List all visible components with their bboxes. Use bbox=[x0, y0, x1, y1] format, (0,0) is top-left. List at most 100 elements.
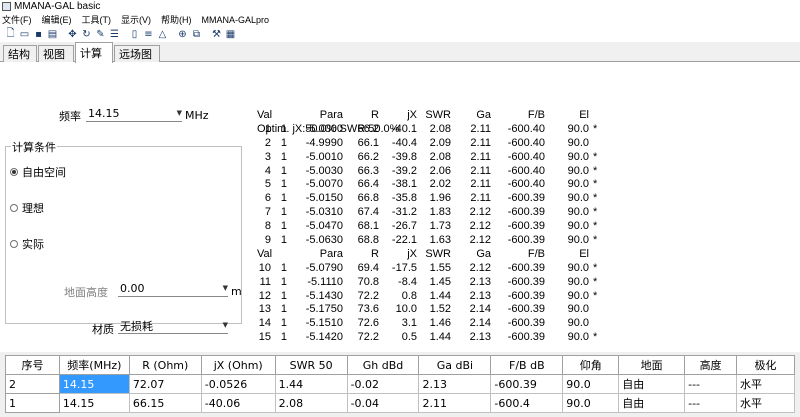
optim-cell: * bbox=[593, 122, 598, 135]
optim-row: 10 1 -5.0790 69.4 -17.5 1.55 2.12 -600.39 90.0 * bbox=[257, 262, 601, 276]
menu-item-1[interactable]: 编辑(E) bbox=[42, 13, 72, 26]
grid-column-header[interactable]: 仰角 bbox=[562, 355, 620, 375]
optim-cell: -600.39 bbox=[507, 317, 545, 330]
optim-cell: -5.0470 bbox=[305, 220, 343, 233]
grid-column-header[interactable]: 地面 bbox=[618, 355, 686, 375]
optim-cell: 0.8 bbox=[401, 289, 417, 302]
grid-cell[interactable]: 66.15 bbox=[128, 393, 202, 413]
optim-cell: 66.1 bbox=[357, 136, 379, 149]
grid-cell[interactable]: -0.02 bbox=[346, 374, 420, 394]
optim-cell: * bbox=[593, 164, 598, 177]
optim-cell: * bbox=[593, 331, 598, 344]
optim-row: 2 1 -4.9990 66.1 -40.4 2.09 2.11 -600.40 90.0 bbox=[257, 137, 601, 151]
optim-cell: 14 bbox=[258, 317, 271, 330]
grid-cell[interactable]: 2.08 bbox=[274, 393, 348, 413]
grid-cell[interactable]: 自由 bbox=[618, 393, 686, 413]
radio-unselected-icon bbox=[10, 204, 18, 212]
optim-cell: -31.2 bbox=[391, 206, 417, 219]
grid-column-header[interactable]: R (Ohm) bbox=[128, 355, 202, 375]
grid-cell[interactable]: --- bbox=[684, 374, 738, 394]
optim-cell: 11 bbox=[259, 275, 271, 288]
grid-cell[interactable]: 90.0 bbox=[562, 374, 620, 394]
tab-calculate[interactable]: 计算 bbox=[75, 42, 113, 63]
grid-cell[interactable]: -0.04 bbox=[346, 393, 420, 413]
menu-item-5[interactable]: MMANA-GALpro bbox=[202, 15, 270, 25]
menu-item-4[interactable]: 帮助(H) bbox=[161, 13, 192, 26]
grid-cell[interactable]: 水平 bbox=[736, 374, 795, 394]
grid-cell[interactable]: -600.39 bbox=[490, 374, 564, 394]
grid-column-header[interactable]: Gh dBd bbox=[346, 355, 420, 375]
list-icon[interactable]: ≡ bbox=[142, 28, 155, 41]
grid-column-header[interactable]: 频率(MHz) bbox=[58, 355, 130, 375]
grid-cell[interactable]: 1.44 bbox=[274, 374, 348, 394]
grid-column-header[interactable]: 高度 bbox=[684, 355, 738, 375]
grid-cell[interactable]: -600.4 bbox=[490, 393, 564, 413]
grid-column-header[interactable]: F/B dB bbox=[490, 355, 564, 375]
frequency-input[interactable]: 14.15 ▼ bbox=[86, 106, 182, 122]
optim-header-cell: F/B bbox=[527, 109, 545, 121]
menu-item-0[interactable]: 文件(F) bbox=[2, 13, 32, 26]
new-file-icon[interactable]: 🗋 bbox=[4, 28, 17, 41]
optim-cell: -600.40 bbox=[507, 122, 545, 135]
grid-cell[interactable]: -0.0526 bbox=[200, 374, 276, 394]
tab-view[interactable]: 视图 bbox=[38, 45, 74, 62]
optim-cell: -5.1430 bbox=[305, 289, 343, 302]
menu-item-2[interactable]: 工具(T) bbox=[82, 13, 112, 26]
grid-column-header[interactable]: 极化 bbox=[736, 355, 795, 375]
material-select[interactable]: 无损耗 ▼ bbox=[118, 318, 228, 334]
calc-conditions-legend: 计算条件 bbox=[11, 139, 57, 155]
calculator-icon[interactable]: ▦ bbox=[224, 28, 237, 41]
grid-cell[interactable]: 2.13 bbox=[418, 374, 492, 394]
optim-cell: 2.08 bbox=[429, 150, 451, 163]
grid-column-header[interactable]: SWR 50 bbox=[274, 355, 348, 375]
grid-cell[interactable]: 2 bbox=[5, 374, 60, 394]
grid-cell[interactable]: --- bbox=[684, 393, 738, 413]
tab-far-field[interactable]: 远场图 bbox=[114, 45, 160, 62]
optim-row: 7 1 -5.0310 67.4 -31.2 1.83 2.12 -600.39 90.0 * bbox=[257, 206, 601, 220]
optim-cell: -5.0000 bbox=[305, 122, 343, 135]
save-icon[interactable]: ▪ bbox=[32, 28, 45, 41]
grid-column-header[interactable]: 序号 bbox=[5, 355, 60, 375]
target-icon[interactable]: ⊕ bbox=[176, 28, 189, 41]
grid-cell[interactable]: 90.0 bbox=[562, 393, 620, 413]
radio-real[interactable]: 实际 bbox=[10, 236, 44, 252]
chevron-down-icon[interactable]: ▼ bbox=[223, 284, 228, 292]
chevron-down-icon[interactable]: ▼ bbox=[177, 109, 182, 117]
optim-cell: 73.6 bbox=[357, 303, 379, 316]
menu-item-3[interactable]: 显示(V) bbox=[121, 13, 151, 26]
grid-column-header[interactable]: Ga dBi bbox=[418, 355, 492, 375]
grid-cell[interactable]: -40.06 bbox=[200, 393, 276, 413]
radio-ideal[interactable]: 理想 bbox=[10, 200, 44, 216]
grid-cell[interactable]: 14.15 bbox=[58, 393, 130, 413]
grid-cell[interactable]: 1 bbox=[5, 393, 60, 413]
copy-icon[interactable]: ⧉ bbox=[190, 28, 203, 41]
optim-cell: 1 bbox=[280, 234, 287, 247]
chevron-down-icon[interactable]: ▼ bbox=[223, 321, 228, 329]
wires-icon[interactable]: ☰ bbox=[108, 28, 121, 41]
optim-header-cell: Ga bbox=[476, 247, 491, 260]
ground-height-input[interactable]: 0.00 ▼ bbox=[118, 281, 228, 297]
optim-cell: 68.8 bbox=[357, 234, 379, 247]
rotate-icon[interactable]: ↻ bbox=[80, 28, 93, 41]
document-icon[interactable]: ▯ bbox=[128, 28, 141, 41]
optim-cell: 7 bbox=[264, 206, 271, 219]
move-icon[interactable]: ✥ bbox=[66, 28, 79, 41]
edit-icon[interactable]: ✎ bbox=[94, 28, 107, 41]
tools-icon[interactable]: ⚒ bbox=[210, 28, 223, 41]
grid-cell[interactable]: 水平 bbox=[736, 393, 795, 413]
optim-cell: 13 bbox=[258, 303, 271, 316]
grid-cell[interactable]: 2.11 bbox=[418, 393, 492, 413]
grid-cell[interactable]: 自由 bbox=[618, 374, 686, 394]
tab-structure[interactable]: 结构 bbox=[3, 45, 37, 62]
grid-cell[interactable]: 72.07 bbox=[128, 374, 202, 394]
table-row[interactable]: 2 14.15 72.07 -0.0526 1.44 -0.02 2.13 -600.39 90… bbox=[5, 374, 795, 394]
table-row[interactable]: 1 14.15 66.15 -40.06 2.08 -0.04 2.11 -600.4 90.0… bbox=[5, 393, 795, 413]
grid-column-header[interactable]: jX (Ohm) bbox=[200, 355, 276, 375]
grid-cell[interactable]: 14.15 bbox=[58, 374, 130, 394]
radio-free-space[interactable]: 自由空间 bbox=[10, 164, 66, 180]
optim-cell: 2.11 bbox=[470, 150, 491, 163]
print-icon[interactable]: ▤ bbox=[46, 28, 59, 41]
triangle-icon[interactable]: △ bbox=[156, 28, 169, 41]
open-folder-icon[interactable]: ▭ bbox=[18, 28, 31, 41]
optim-cell: 90.0 bbox=[567, 150, 589, 163]
